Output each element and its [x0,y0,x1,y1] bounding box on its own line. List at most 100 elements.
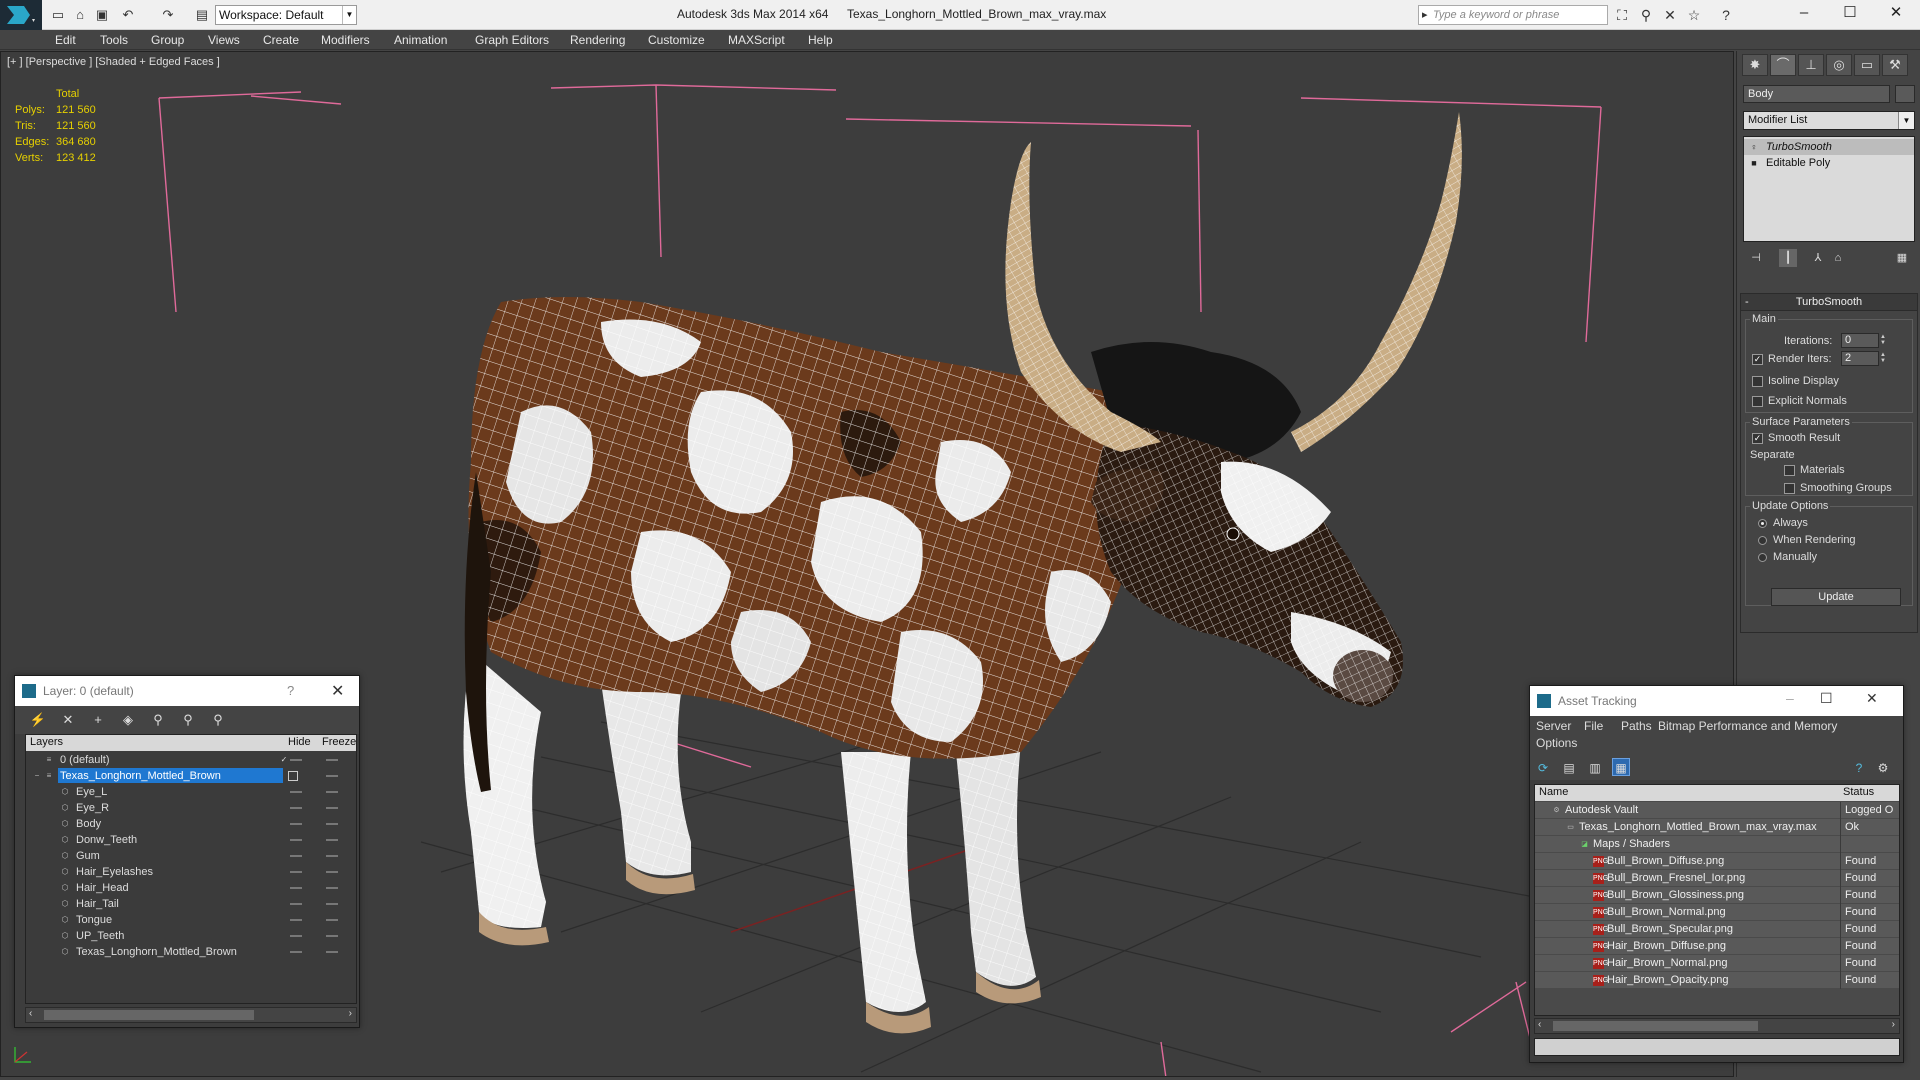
asset-window-titlebar[interactable]: Asset Tracking – ☐ ✕ [1530,686,1903,716]
column-header-layers[interactable]: Layers [30,736,63,748]
workspace-dropdown[interactable]: Workspace: Default ▼ [215,5,357,25]
always-radio[interactable] [1758,519,1767,528]
close-button[interactable]: ✕ [1873,0,1919,28]
freeze-toggle[interactable] [326,935,338,937]
asset-row[interactable]: PNG Bull_Brown_Glossiness.png Found [1535,887,1899,904]
hide-toggle[interactable] [290,903,302,905]
close-button[interactable]: ✕ [1866,690,1878,707]
show-end-result-icon[interactable]: ┃ [1779,249,1797,267]
freeze-toggle[interactable] [326,871,338,873]
app-logo-button[interactable] [0,0,42,30]
freeze-toggle[interactable] [326,919,338,921]
highlight-layer-icon[interactable]: ⚲ [149,711,167,729]
search-input[interactable]: Type a keyword or phrase [1418,5,1608,25]
stack-item-editable-poly[interactable]: ■ Editable Poly [1744,155,1914,171]
menu-options[interactable]: Options [1536,736,1577,750]
lightbulb-icon[interactable]: ♀ [1749,141,1759,153]
smoothing-groups-checkbox[interactable] [1784,483,1795,494]
maximize-button[interactable]: ☐ [1820,690,1833,707]
hide-toggle[interactable] [290,855,302,857]
layer-row[interactable]: ⬡ Hair_Head [26,880,356,896]
menu-animation[interactable]: Animation [394,33,447,47]
menu-maxscript[interactable]: MAXScript [728,33,785,47]
hide-toggle[interactable] [290,887,302,889]
freeze-toggle[interactable] [326,839,338,841]
hide-toggle[interactable] [290,919,302,921]
asset-row[interactable]: PNG Hair_Brown_Diffuse.png Found [1535,938,1899,955]
freeze-toggle[interactable] [326,791,338,793]
active-layer-check-icon[interactable]: ✓ [279,755,289,765]
menu-bitmap-performance[interactable]: Bitmap Performance and Memory [1658,719,1837,733]
manually-radio[interactable] [1758,553,1767,562]
freeze-toggle[interactable] [326,903,338,905]
utilities-tab-icon[interactable]: ⚒ [1882,54,1908,76]
delete-layer-icon[interactable]: ✕ [59,711,77,729]
menu-server[interactable]: Server [1536,719,1571,733]
layer-row[interactable]: ⬡ Eye_L [26,784,356,800]
refresh-icon[interactable]: ⟳ [1534,758,1552,776]
layer-row[interactable]: ⬡ Tongue [26,912,356,928]
tree-view-icon[interactable]: ▥ [1586,758,1604,776]
horizontal-scrollbar[interactable]: ‹ › [1534,1018,1900,1034]
materials-checkbox[interactable] [1784,465,1795,476]
maximize-button[interactable]: ☐ [1827,0,1873,28]
asset-row[interactable]: PNG Hair_Brown_Opacity.png Found [1535,972,1899,989]
layer-row[interactable]: ⬡ Hair_Tail [26,896,356,912]
expand-icon[interactable]: ■ [1749,157,1759,169]
asset-row[interactable]: PNG Bull_Brown_Fresnel_Ior.png Found [1535,870,1899,887]
open-file-icon[interactable]: ⌂ [72,7,88,23]
layer-row[interactable]: ⬡ Donw_Teeth [26,832,356,848]
minimize-button[interactable]: – [1781,0,1827,28]
freeze-toggle[interactable] [326,807,338,809]
column-header-name[interactable]: Name [1539,786,1568,798]
asset-row[interactable]: PNG Hair_Brown_Normal.png Found [1535,955,1899,972]
favorites-star-icon[interactable]: ☆ [1685,7,1703,23]
rollout-header[interactable]: - TurboSmooth [1741,294,1917,311]
layer-row[interactable]: ≡ 0 (default) ✓ [26,752,356,768]
help-icon[interactable]: ? [1717,7,1735,23]
asset-path-field[interactable] [1534,1038,1900,1056]
asset-row[interactable]: ⚙ Autodesk Vault Logged O [1535,802,1899,819]
set-active-layer-icon[interactable] [288,771,298,781]
spinner-arrows-icon[interactable]: ▲ ▼ [1880,352,1888,365]
project-folder-icon[interactable]: ▤ [194,7,210,23]
hide-all-layers-icon[interactable]: ⚲ [179,711,197,729]
hide-toggle[interactable] [290,935,302,937]
display-tab-icon[interactable]: ▭ [1854,54,1880,76]
menu-tools[interactable]: Tools [100,33,128,47]
select-in-layer-icon[interactable]: ◈ [119,711,137,729]
table-view-icon[interactable]: ▦ [1612,758,1630,776]
column-header-status[interactable]: Status [1843,786,1874,798]
layer-row[interactable]: ⬡ Gum [26,848,356,864]
layer-window-titlebar[interactable]: Layer: 0 (default) ? ✕ [15,676,359,706]
scrollbar-thumb[interactable] [1553,1021,1758,1031]
menu-modifiers[interactable]: Modifiers [321,33,370,47]
menu-help[interactable]: Help [808,33,833,47]
smooth-result-checkbox[interactable]: ✓ [1752,433,1763,444]
layer-row[interactable]: ⬡ Texas_Longhorn_Mottled_Brown [26,944,356,960]
hide-toggle[interactable] [290,839,302,841]
horizontal-scrollbar[interactable]: ‹ › [25,1007,357,1023]
hide-toggle[interactable] [290,871,302,873]
asset-row[interactable]: PNG Bull_Brown_Normal.png Found [1535,904,1899,921]
layer-row[interactable]: ⬡ Hair_Eyelashes [26,864,356,880]
scroll-left-icon[interactable]: ‹ [1538,1019,1541,1030]
pin-stack-icon[interactable]: ⊣ [1747,249,1765,267]
asset-row[interactable]: ▭ Texas_Longhorn_Mottled_Brown_max_vray.… [1535,819,1899,836]
hide-toggle[interactable] [290,791,302,793]
spinner-arrows-icon[interactable]: ▲ ▼ [1880,334,1888,347]
scroll-right-icon[interactable]: › [1892,1019,1895,1030]
render-iters-spinner[interactable]: 2 ▲ ▼ [1841,351,1886,366]
hide-toggle[interactable] [290,823,302,825]
scroll-left-icon[interactable]: ‹ [29,1008,32,1019]
make-unique-icon[interactable]: ⅄ [1809,249,1827,267]
configure-sets-icon[interactable]: ▦ [1893,249,1911,267]
when-rendering-radio[interactable] [1758,536,1767,545]
layer-row[interactable]: ⬡ UP_Teeth [26,928,356,944]
create-tab-icon[interactable]: ✸ [1742,54,1768,76]
asset-row[interactable]: PNG Bull_Brown_Specular.png Found [1535,921,1899,938]
hide-toggle[interactable] [290,759,302,761]
asset-row[interactable]: ◪ Maps / Shaders [1535,836,1899,853]
menu-create[interactable]: Create [263,33,299,47]
help-button[interactable]: ? [287,683,294,698]
